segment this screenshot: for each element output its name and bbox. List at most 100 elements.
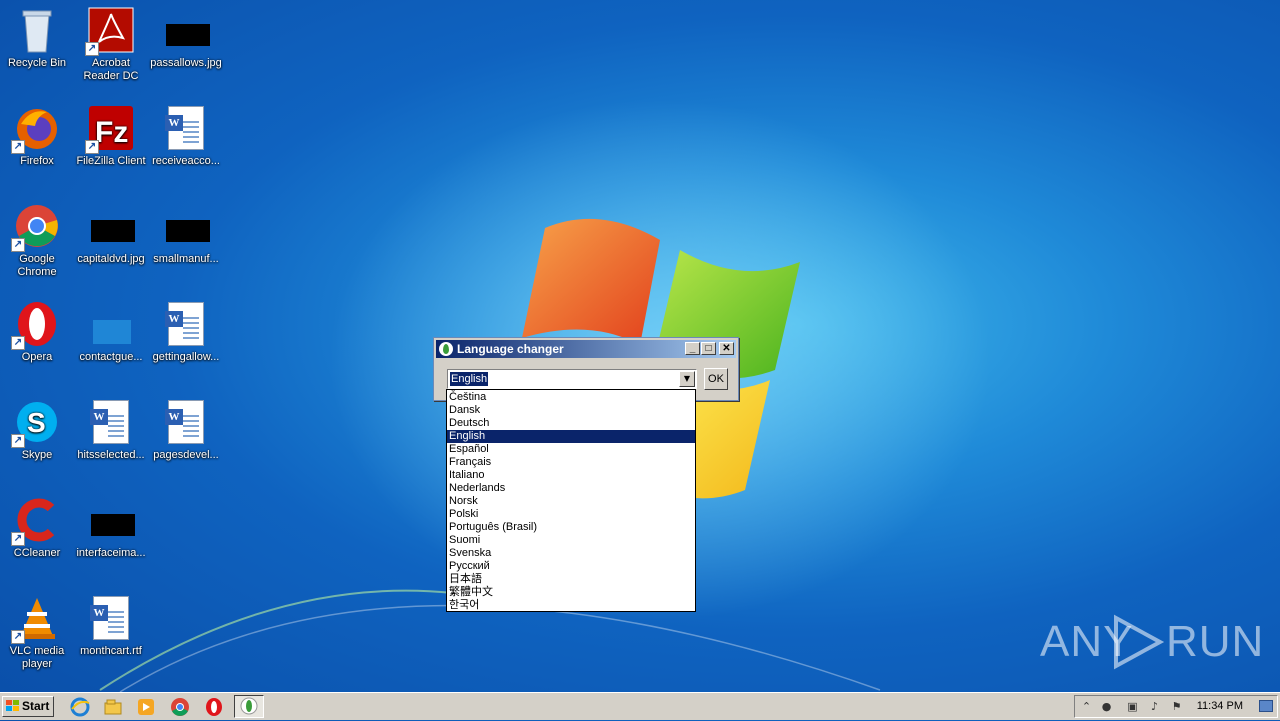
icon-label: interfaceima... [76,547,146,559]
maximize-button[interactable]: □ [701,342,716,355]
icon-label: pagesdevel... [153,449,219,461]
capitaldvd-file[interactable]: capitaldvd.jpg [74,202,148,266]
network-icon[interactable]: ▣ [1125,699,1140,714]
app-icon [439,342,453,356]
language-option-selected[interactable]: English [447,430,695,443]
media-player-icon[interactable] [136,697,156,717]
close-button[interactable]: ✕ [719,342,734,355]
language-option[interactable]: Italiano [447,469,695,482]
shortcut-arrow-icon: ↗ [11,630,25,644]
recycle-bin-shortcut[interactable]: Recycle Bin [0,6,74,70]
windows-logo-icon [6,700,19,711]
chrome-icon[interactable] [170,697,190,717]
shortcut-arrow-icon: ↗ [85,140,99,154]
chevron-down-icon[interactable]: ▼ [679,371,695,387]
word-doc-icon: W [162,104,210,152]
language-option[interactable]: Español [447,443,695,456]
vlc-shortcut[interactable]: ↗ VLC media player [0,594,74,671]
chrome-shortcut[interactable]: ↗ Google Chrome [0,202,74,279]
vlc-icon: ↗ [11,594,61,644]
language-select[interactable]: English ▼ [447,369,697,389]
language-option[interactable]: Français [447,456,695,469]
language-changer-tray-icon[interactable]: ● [1099,699,1114,714]
image-file-icon [162,6,210,54]
language-option[interactable]: 繁體中文 [447,586,695,599]
show-desktop-button[interactable] [1259,700,1273,712]
opera-icon: ↗ [11,300,61,350]
word-doc-icon: W [162,398,210,446]
language-changer-task[interactable] [234,695,264,718]
word-doc-icon: W [87,594,135,642]
show-hidden-icons-chevron-icon[interactable]: ⌃ [1079,699,1094,714]
icon-label: capitaldvd.jpg [77,253,145,265]
language-option[interactable]: 한국어 [447,599,695,612]
system-tray: ⌃ ● ▣ ♪ ⚑ 11:34 PM [1074,695,1278,718]
shortcut-arrow-icon: ↗ [11,238,25,252]
start-button[interactable]: Start [2,696,54,717]
window-titlebar[interactable]: Language changer _ □ ✕ [436,340,736,358]
minimize-button[interactable]: _ [685,342,700,355]
language-option[interactable]: Svenska [447,547,695,560]
anyrun-watermark: ANY RUN [1040,612,1263,672]
clock[interactable]: 11:34 PM [1197,696,1243,717]
opera-icon[interactable] [204,697,224,717]
language-option[interactable]: Čeština [447,391,695,404]
recycle-bin-icon [13,6,61,54]
image-file-icon [87,202,135,250]
icon-label: Skype [21,449,53,461]
icon-label: Acrobat Reader DC [83,57,139,82]
svg-text:S: S [27,407,46,438]
icon-label: receiveacco... [152,155,220,167]
shortcut-arrow-icon: ↗ [11,140,25,154]
language-select-value: English [450,372,489,386]
shortcut-arrow-icon: ↗ [11,532,25,546]
icon-label: Opera [21,351,53,363]
language-option[interactable]: Português (Brasil) [447,521,695,534]
icon-label: Google Chrome [17,253,57,278]
action-center-flag-icon[interactable]: ⚑ [1169,699,1184,714]
language-option[interactable]: Русский [447,560,695,573]
skype-shortcut[interactable]: S ↗ Skype [0,398,74,462]
filezilla-icon: Fz ↗ [85,104,135,154]
filezilla-shortcut[interactable]: Fz ↗ FileZilla Client [74,104,148,168]
word-doc-icon: W [87,398,135,446]
watermark-text-right: RUN [1166,617,1265,666]
pagesdevel-file[interactable]: W pagesdevel... [149,398,223,462]
interfaceima-file[interactable]: interfaceima... [74,496,148,560]
window-title: Language changer [457,342,564,356]
opera-shortcut[interactable]: ↗ Opera [0,300,74,364]
gettingallow-file[interactable]: W gettingallow... [149,300,223,364]
internet-explorer-icon[interactable] [70,697,90,717]
firefox-shortcut[interactable]: ↗ Firefox [0,104,74,168]
language-option[interactable]: 日本語 [447,573,695,586]
volume-icon[interactable]: ♪ [1147,699,1162,714]
ok-button[interactable]: OK [704,368,728,390]
icon-label: VLC media player [9,645,65,670]
language-option[interactable]: Deutsch [447,417,695,430]
monthcart-file[interactable]: W monthcart.rtf [74,594,148,658]
language-option[interactable]: Nederlands [447,482,695,495]
shortcut-arrow-icon: ↗ [11,336,25,350]
icon-label: gettingallow... [152,351,220,363]
start-label: Start [22,699,50,713]
ccleaner-shortcut[interactable]: ↗ CCleaner [0,496,74,560]
language-option[interactable]: Suomi [447,534,695,547]
chrome-icon: ↗ [11,202,61,252]
passallows-file[interactable]: passallows.jpg [149,6,223,70]
icon-label: Recycle Bin [7,57,67,69]
word-doc-icon: W [162,300,210,348]
acrobat-shortcut[interactable]: ↗ Acrobat Reader DC [74,6,148,83]
language-option[interactable]: Dansk [447,404,695,417]
receiveacco-file[interactable]: W receiveacco... [149,104,223,168]
hitsselected-file[interactable]: W hitsselected... [74,398,148,462]
language-changer-icon [240,697,258,715]
image-file-icon [87,496,135,544]
play-logo-icon [1114,614,1165,670]
skype-icon: S ↗ [11,398,61,448]
contactgue-file[interactable]: contactgue... [74,300,148,364]
language-option[interactable]: Norsk [447,495,695,508]
smallmanuf-file[interactable]: smallmanuf... [149,202,223,266]
language-option[interactable]: Polski [447,508,695,521]
ccleaner-icon: ↗ [11,496,61,546]
explorer-icon[interactable] [103,697,123,717]
